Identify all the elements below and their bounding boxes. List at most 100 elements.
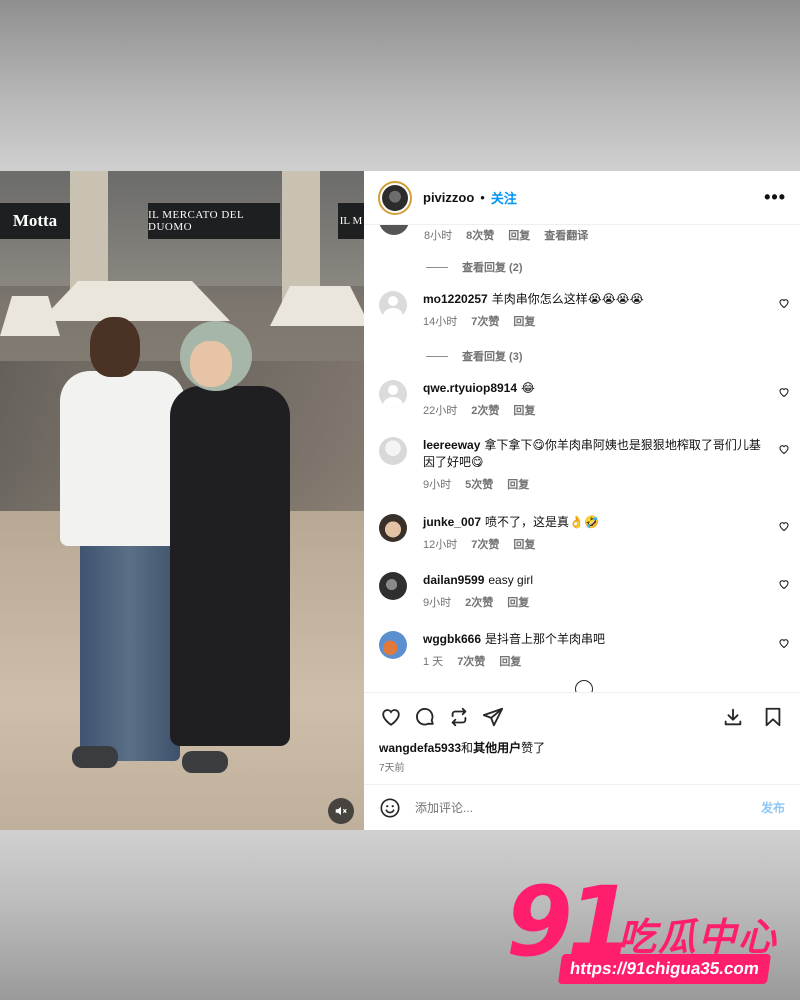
watermark-name: 吃瓜中心: [618, 915, 779, 959]
heart-icon[interactable]: [778, 578, 790, 590]
post-modal: Motta IL MERCATO DEL DUOMO IL M pivizzoo…: [0, 171, 800, 830]
comment-item: wggbk666 是抖音上那个羊肉串吧 1 天 7次赞 回复: [379, 631, 790, 669]
separator-dot: •: [480, 190, 485, 205]
comment-likes[interactable]: 8次赞: [466, 227, 494, 243]
reply-button[interactable]: 回复: [508, 227, 530, 243]
comment-likes[interactable]: 5次赞: [465, 476, 493, 492]
post-header: pivizzoo • 关注 •••: [364, 171, 800, 225]
author-username[interactable]: pivizzoo: [423, 190, 474, 205]
author-avatar[interactable]: [378, 180, 412, 215]
comments-list[interactable]: 8小时 8次赞 回复 查看翻译 查看回复 (2) mo1220257 羊肉串你怎么…: [364, 225, 800, 692]
view-replies-button[interactable]: 查看回复 (2): [426, 259, 523, 275]
load-more-comments-icon[interactable]: [575, 680, 593, 692]
watermark-url: https://91chigua35.com: [557, 954, 772, 984]
comment-avatar[interactable]: [379, 631, 407, 659]
comment-icon[interactable]: [414, 706, 436, 728]
shoe: [72, 746, 118, 768]
comment-likes[interactable]: 7次赞: [457, 653, 485, 669]
emoji-icon[interactable]: [379, 797, 401, 819]
comment-time: 9小时: [423, 479, 452, 491]
comment-username[interactable]: dailan9599: [423, 573, 484, 587]
other-likers[interactable]: 其他用户: [473, 741, 521, 755]
comment-time: 14小时: [423, 316, 458, 328]
post-timestamp[interactable]: 7天前: [364, 757, 800, 784]
reply-button[interactable]: 回复: [513, 402, 535, 418]
shoe: [182, 751, 228, 773]
speaker-muted-icon: [335, 806, 347, 816]
comment-likes[interactable]: 2次赞: [471, 402, 499, 418]
replies-line: [426, 266, 448, 268]
comment-item: qwe.rtyuiop8914 😂 22小时 2次赞 回复: [379, 380, 790, 418]
reply-button[interactable]: 回复: [513, 536, 535, 552]
watermark-logo: 91 吃瓜中心 https://91chigua35.com: [506, 872, 796, 992]
post-comment-button[interactable]: 发布: [761, 799, 785, 816]
reply-button[interactable]: 回复: [499, 653, 521, 669]
comment-avatar[interactable]: [379, 437, 407, 465]
comment-avatar[interactable]: [379, 291, 407, 319]
heart-icon[interactable]: [778, 297, 790, 309]
comment-username[interactable]: qwe.rtyuiop8914: [423, 381, 517, 395]
store-sign: IL MERCATO DEL DUOMO: [148, 203, 280, 239]
comment-time: 22小时: [423, 405, 458, 417]
heart-icon[interactable]: [778, 443, 790, 455]
comment-avatar[interactable]: [379, 225, 409, 235]
comment-likes[interactable]: 7次赞: [471, 536, 499, 552]
comment-time: 12小时: [423, 539, 458, 551]
comment-time: 8小时: [424, 230, 453, 242]
comment-item: dailan9599 easy girl 9小时 2次赞 回复: [379, 572, 790, 610]
post-sidebar: pivizzoo • 关注 ••• 8小时 8次赞 回复 查看翻译 查看回复 (…: [364, 171, 800, 830]
comment-username[interactable]: junke_007: [423, 515, 481, 529]
comment-username[interactable]: wggbk666: [423, 632, 481, 646]
comment-likes[interactable]: 7次赞: [471, 313, 499, 329]
comment-input[interactable]: 添加评论...: [415, 799, 761, 816]
follow-button[interactable]: 关注: [491, 188, 517, 207]
comment-likes[interactable]: 2次赞: [465, 594, 493, 610]
post-actions: [364, 692, 800, 740]
bookmark-icon[interactable]: [762, 706, 784, 728]
reply-button[interactable]: 回复: [507, 476, 529, 492]
view-replies-label: 查看回复 (2): [462, 262, 523, 274]
liker-username[interactable]: wangdefa5933: [379, 741, 461, 755]
likes-suffix: 赞了: [521, 741, 546, 755]
store-sign: Motta: [0, 203, 70, 239]
comment-avatar[interactable]: [379, 572, 407, 600]
comment-time: 1 天: [423, 656, 444, 668]
add-comment-bar: 添加评论... 发布: [364, 784, 800, 830]
person-man-head: [90, 317, 140, 377]
likes-and: 和: [461, 741, 474, 755]
replies-line: [426, 355, 448, 357]
comment-text: easy girl: [488, 573, 534, 587]
more-options-icon[interactable]: •••: [764, 187, 786, 208]
store-sign: IL M: [338, 203, 364, 239]
umbrella: [40, 281, 230, 321]
share-icon[interactable]: [482, 706, 504, 728]
comment-item: leereeway 拿下拿下😋你羊肉串阿姨也是狠狠地榨取了哥们儿基因了好吧😋 9小…: [379, 437, 790, 492]
comment-text: 喷不了，这是真👌🤣: [485, 515, 599, 529]
video-player[interactable]: Motta IL MERCATO DEL DUOMO IL M: [0, 171, 364, 830]
comment-username[interactable]: mo1220257: [423, 292, 488, 306]
heart-icon[interactable]: [778, 520, 790, 532]
comment-time: 9小时: [423, 597, 452, 609]
translate-button[interactable]: 查看翻译: [544, 227, 588, 243]
download-icon[interactable]: [722, 706, 744, 728]
mute-button[interactable]: [328, 798, 354, 824]
like-icon[interactable]: [380, 706, 402, 728]
reply-button[interactable]: 回复: [507, 594, 529, 610]
comment-avatar[interactable]: [379, 380, 407, 408]
comment-item: junke_007 喷不了，这是真👌🤣 12小时 7次赞 回复: [379, 514, 790, 552]
comment-text: 😂: [521, 381, 536, 395]
comment-item: mo1220257 羊肉串你怎么这样😭😭😭😭 14小时 7次赞 回复: [379, 291, 790, 329]
comment-username[interactable]: leereeway: [423, 438, 480, 452]
person-woman-outfit: [170, 386, 290, 746]
comment-avatar[interactable]: [379, 514, 407, 542]
umbrella: [0, 296, 60, 336]
repost-icon[interactable]: [448, 706, 470, 728]
view-replies-label: 查看回复 (3): [462, 351, 523, 363]
view-replies-button[interactable]: 查看回复 (3): [426, 348, 523, 364]
reply-button[interactable]: 回复: [513, 313, 535, 329]
person-man-shirt: [60, 371, 185, 546]
heart-icon[interactable]: [778, 386, 790, 398]
comment-text: 是抖音上那个羊肉串吧: [485, 632, 606, 646]
comment-text: 羊肉串你怎么这样😭😭😭😭: [491, 292, 644, 306]
heart-icon[interactable]: [778, 637, 790, 649]
